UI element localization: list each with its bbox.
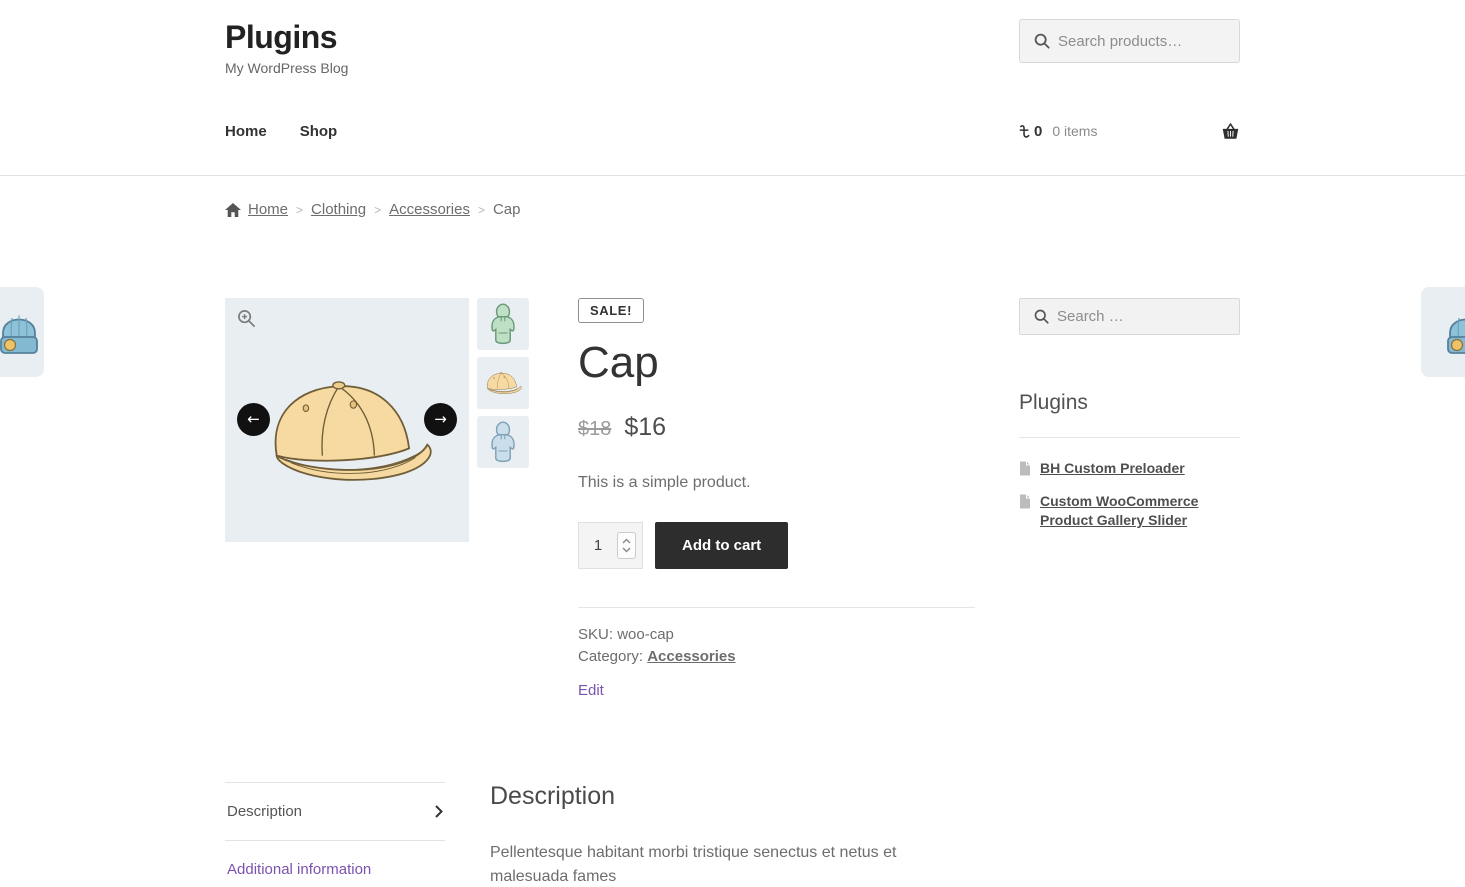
carousel-peek-card-right[interactable] xyxy=(1421,287,1465,377)
site-header: Plugins My WordPress Blog Home Shop 0 xyxy=(0,0,1465,176)
tab-additional-information[interactable]: Additional information xyxy=(225,840,445,887)
breadcrumb-home-link[interactable]: Home xyxy=(225,201,288,218)
basket-icon xyxy=(1221,122,1240,140)
nav-item-shop[interactable]: Shop xyxy=(300,123,338,140)
product-tabs-section: Description Additional information Descr… xyxy=(225,782,975,887)
search-icon xyxy=(1034,309,1049,324)
breadcrumb-separator: > xyxy=(478,203,485,217)
sidebar: Plugins BH Custom Preloader Custom WooCo… xyxy=(1019,298,1240,887)
summary-divider xyxy=(578,607,975,608)
search-icon xyxy=(1034,33,1050,49)
panel-heading: Description xyxy=(490,782,975,811)
quantity-stepper[interactable] xyxy=(617,532,636,559)
sku-row: SKU: woo-cap xyxy=(578,624,975,646)
chevron-up-icon[interactable] xyxy=(622,538,631,544)
beanie-image xyxy=(0,303,42,361)
cap-thumb-image xyxy=(480,367,526,399)
list-item: Custom WooCommerce Product Gallery Slide… xyxy=(1019,492,1240,530)
sidebar-search-input[interactable] xyxy=(1057,308,1227,325)
plugins-widget-title: Plugins xyxy=(1019,391,1240,415)
sale-price: $16 xyxy=(624,413,666,442)
nav-item-home[interactable]: Home xyxy=(225,123,267,140)
beanie-image xyxy=(1443,303,1465,361)
sale-badge: SALE! xyxy=(578,298,644,323)
gallery-thumbnails xyxy=(477,298,529,700)
gallery-next-button[interactable]: → xyxy=(424,403,457,436)
plugin-link-bh-custom-preloader[interactable]: BH Custom Preloader xyxy=(1040,459,1185,478)
plugin-link-gallery-slider[interactable]: Custom WooCommerce Product Gallery Slide… xyxy=(1040,492,1240,530)
breadcrumb-item[interactable]: Home xyxy=(248,201,288,218)
breadcrumb: Home > Clothing > Accessories > Cap xyxy=(0,201,1465,218)
edit-link[interactable]: Edit xyxy=(578,682,604,699)
add-to-cart-button[interactable]: Add to cart xyxy=(655,522,788,569)
product-main-column: ← → xyxy=(225,298,975,887)
tab-description[interactable]: Description xyxy=(225,782,445,840)
product-page: Plugins My WordPress Blog Home Shop 0 xyxy=(0,0,1465,887)
product-main-image[interactable]: ← → xyxy=(225,298,469,542)
breadcrumb-item-clothing[interactable]: Clothing xyxy=(311,201,366,218)
site-title[interactable]: Plugins xyxy=(225,19,348,56)
thumbnail-hoodie-green[interactable] xyxy=(477,298,529,350)
site-branding[interactable]: Plugins My WordPress Blog xyxy=(225,19,348,76)
panel-body: Pellentesque habitant morbi tristique se… xyxy=(490,841,975,887)
document-icon xyxy=(1019,494,1031,509)
add-to-cart-form: Add to cart xyxy=(578,522,975,569)
category-row: Category: Accessories xyxy=(578,646,975,668)
zoom-icon[interactable] xyxy=(237,309,256,328)
product-meta: SKU: woo-cap Category: Accessories xyxy=(578,624,975,668)
site-tagline: My WordPress Blog xyxy=(225,60,348,76)
header-search-box[interactable] xyxy=(1019,19,1240,63)
breadcrumb-separator: > xyxy=(374,203,381,217)
tabs-list: Description Additional information xyxy=(225,782,445,887)
hoodie-blue-image xyxy=(485,420,521,464)
carousel-peek-card-left[interactable] xyxy=(0,287,44,377)
product-summary: SALE! Cap $18 $16 This is a simple produ… xyxy=(578,298,975,700)
price-row: $18 $16 xyxy=(578,413,975,442)
hoodie-green-image xyxy=(485,302,521,346)
document-icon xyxy=(1019,461,1031,476)
list-item: BH Custom Preloader xyxy=(1019,459,1240,478)
cart-total: 0 0 items xyxy=(1019,123,1097,140)
breadcrumb-separator: > xyxy=(296,203,303,217)
product-title: Cap xyxy=(578,341,975,385)
sku-label: SKU: xyxy=(578,626,613,643)
plugins-list: BH Custom Preloader Custom WooCommerce P… xyxy=(1019,459,1240,530)
regular-price: $18 xyxy=(578,418,611,441)
primary-navigation: Home Shop xyxy=(225,123,337,140)
cap-product-image xyxy=(242,361,452,501)
breadcrumb-current: Cap xyxy=(493,201,521,218)
tab-label: Description xyxy=(227,803,302,820)
widget-divider xyxy=(1019,437,1240,438)
sku-value: woo-cap xyxy=(617,626,674,643)
breadcrumb-item-accessories[interactable]: Accessories xyxy=(389,201,470,218)
header-cart-link[interactable]: 0 0 items xyxy=(1019,122,1240,140)
products-search-input[interactable] xyxy=(1058,33,1228,50)
quantity-field[interactable] xyxy=(578,522,643,569)
category-label: Category: xyxy=(578,648,643,665)
sidebar-search-box[interactable] xyxy=(1019,298,1240,335)
description-panel: Description Pellentesque habitant morbi … xyxy=(490,782,975,887)
category-link[interactable]: Accessories xyxy=(647,648,735,665)
cart-amount: 0 xyxy=(1034,123,1042,140)
cart-items-count: 0 items xyxy=(1052,123,1097,139)
quantity-input[interactable] xyxy=(579,523,617,568)
chevron-right-icon xyxy=(435,805,443,818)
thumbnail-cap[interactable] xyxy=(477,357,529,409)
chevron-down-icon[interactable] xyxy=(622,547,631,553)
product-gallery: ← → xyxy=(225,298,529,700)
home-icon xyxy=(225,203,241,217)
gallery-prev-button[interactable]: ← xyxy=(237,403,270,436)
short-description: This is a simple product. xyxy=(578,474,975,492)
taka-currency-icon xyxy=(1019,124,1030,139)
thumbnail-hoodie-blue[interactable] xyxy=(477,416,529,468)
tab-label: Additional information xyxy=(227,861,371,878)
